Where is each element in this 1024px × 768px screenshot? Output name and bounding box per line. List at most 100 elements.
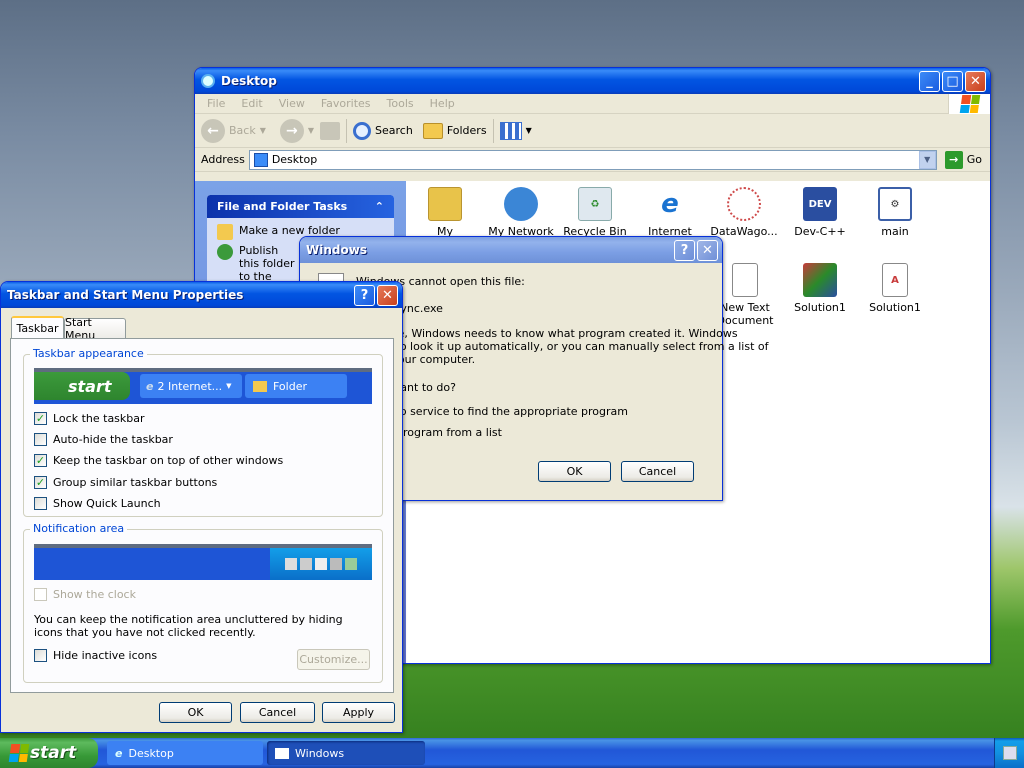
auto-hide-checkbox[interactable]: Auto-hide the taskbar [34,433,173,446]
ok-button[interactable]: OK [538,461,611,482]
address-dropdown-button[interactable]: ▼ [918,150,936,169]
close-button[interactable]: ✕ [697,240,718,261]
desktop-icon-internet[interactable]: e Internet [630,187,710,238]
search-button[interactable]: Search [353,121,413,140]
icon-label: Solution1 [869,301,921,314]
address-input[interactable]: Desktop ▼ [248,149,937,170]
cancel-button[interactable]: Cancel [621,461,694,482]
cancel-button[interactable]: Cancel [240,702,315,723]
taskbar: start e Desktop Windows [0,738,1024,768]
menu-favorites[interactable]: Favorites [313,97,379,110]
icon-label: DataWago... [710,225,778,238]
desktop-icon-main[interactable]: ⚙ main [855,187,935,238]
notification-area-label: Notification area [30,522,128,535]
back-button[interactable]: ← Back ▼ [201,118,266,143]
taskbar-task-windows[interactable]: Windows [267,741,425,765]
exe-window-icon: ⚙ [878,187,912,221]
folders-button[interactable]: Folders [422,122,487,139]
windows-flag-icon [8,744,30,762]
collapse-chevron-icon: ⌃ [374,200,384,213]
taskbar-task-desktop[interactable]: e Desktop [107,741,263,765]
taskbar-props-title: Taskbar and Start Menu Properties [7,288,244,302]
checkbox-box[interactable]: ✓ [34,476,47,489]
tray-printer-icon[interactable] [1003,746,1017,760]
checkbox-box[interactable] [34,588,47,601]
menu-view[interactable]: View [271,97,313,110]
taskbar-tab-page: Taskbar appearance start e 2 Internet...… [10,338,394,693]
desktop-icon-solution1-a[interactable]: Solution1 [780,263,860,314]
taskbar-appearance-group: Taskbar appearance start e 2 Internet...… [23,347,383,517]
help-button[interactable]: ? [674,240,695,261]
explorer-toolbar: ← Back ▼ → ▼ Search Folders ▼ [195,114,990,148]
window-icon [275,747,289,759]
tray-icon-2 [300,558,312,570]
tab-taskbar[interactable]: Taskbar [11,316,64,339]
apply-button[interactable]: Apply [322,702,395,723]
back-arrow-icon: ← [201,118,225,143]
desktop-icon-recycle-bin[interactable]: ♻ Recycle Bin [555,187,635,238]
menu-edit[interactable]: Edit [233,97,270,110]
views-grid-icon [499,121,522,140]
ie-icon: e [146,379,154,393]
go-button[interactable]: → Go [941,150,990,169]
preview-task-internet: e 2 Internet... ▼ [140,374,242,398]
search-icon [353,121,372,140]
checkbox-box[interactable] [34,649,47,662]
menu-file[interactable]: File [199,97,233,110]
desktop-icon-datawago[interactable]: DataWago... [704,187,784,238]
task-desktop-label: Desktop [128,746,174,760]
close-button[interactable]: ✕ [377,285,398,306]
ok-button[interactable]: OK [159,702,232,723]
back-label: Back [229,124,256,137]
tray-icon-4 [330,558,342,570]
explorer-titlebar[interactable]: Desktop _ □ ✕ [195,68,990,94]
start-button[interactable]: start [0,738,98,768]
up-folder-icon [320,121,341,140]
desktop-icon-devcpp[interactable]: DEV Dev-C++ [780,187,860,238]
desktop-icon-solution1-b[interactable]: A Solution1 [855,263,935,314]
taskbar-props-titlebar[interactable]: Taskbar and Start Menu Properties ? ✕ [1,282,402,308]
lock-taskbar-label: Lock the taskbar [53,412,145,425]
checkbox-box[interactable] [34,497,47,510]
windows-dialog-titlebar[interactable]: Windows ? ✕ [300,237,722,263]
show-clock-checkbox[interactable]: Show the clock [34,588,136,601]
group-buttons-checkbox[interactable]: ✓ Group similar taskbar buttons [34,476,217,489]
checkbox-box[interactable]: ✓ [34,454,47,467]
tasks-header-label: File and Folder Tasks [217,200,348,213]
checkbox-box[interactable]: ✓ [34,412,47,425]
file-folder-tasks-header[interactable]: File and Folder Tasks ⌃ [207,195,394,218]
devcpp-shortcut-icon: DEV [803,187,837,221]
address-label: Address [201,153,245,166]
views-button[interactable]: ▼ [499,121,532,140]
quick-launch-checkbox[interactable]: Show Quick Launch [34,497,161,510]
forward-arrow-icon: → [279,118,304,143]
forward-button[interactable]: → ▼ [279,118,314,143]
maximize-button[interactable]: □ [942,71,963,92]
address-bar: Address Desktop ▼ → Go [195,148,990,172]
solution-doc-icon: A [882,263,908,297]
minimize-button[interactable]: _ [919,71,940,92]
menu-help[interactable]: Help [422,97,463,110]
help-button[interactable]: ? [354,285,375,306]
hide-inactive-checkbox[interactable]: Hide inactive icons [34,649,157,662]
keep-on-top-checkbox[interactable]: ✓ Keep the taskbar on top of other window… [34,454,283,467]
solution-file-icon [803,263,837,297]
lock-taskbar-checkbox[interactable]: ✓ Lock the taskbar [34,412,145,425]
go-label: Go [966,153,982,166]
up-folder-button[interactable] [320,121,341,140]
icon-label: main [881,225,909,238]
menu-tools[interactable]: Tools [379,97,422,110]
ie-icon: e [115,746,123,760]
explorer-menubar: File Edit View Favorites Tools Help [195,94,990,114]
desktop-icon-my-network[interactable]: My Network [481,187,561,238]
taskbar-preview: start e 2 Internet... ▼ Folder [34,368,372,404]
windows-dialog-title: Windows [306,243,367,257]
task-windows-label: Windows [295,746,345,760]
datawago-shortcut-icon [727,187,761,221]
preview-task-folder: Folder [245,374,347,398]
close-button[interactable]: ✕ [965,71,986,92]
checkbox-box[interactable] [34,433,47,446]
notification-preview [34,544,372,580]
tab-start-menu[interactable]: Start Menu [64,316,126,342]
customize-button[interactable]: Customize... [297,649,370,670]
